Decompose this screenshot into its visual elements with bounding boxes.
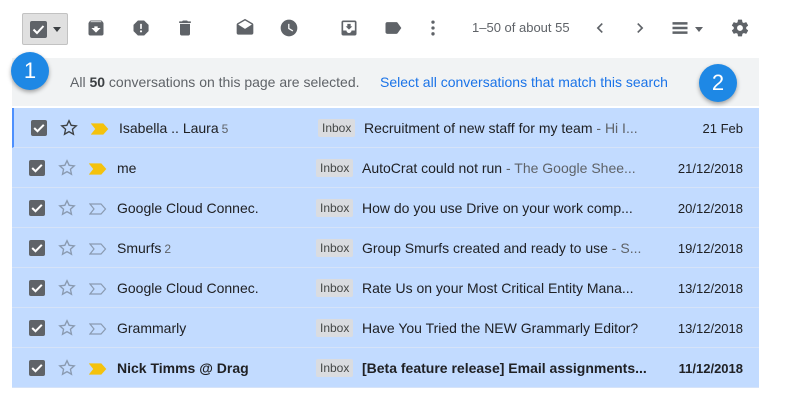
row-checkbox[interactable]: [29, 280, 45, 296]
selection-message: All 50 conversations on this page are se…: [70, 74, 360, 90]
sender-name: Google Cloud Connec.: [117, 280, 259, 296]
row-checkbox[interactable]: [29, 320, 45, 336]
message-date: 13/12/2018: [677, 281, 743, 296]
subject: Have You Tried the NEW Grammarly Editor?: [362, 320, 639, 336]
star-icon[interactable]: [57, 198, 77, 218]
message-date: 11/12/2018: [678, 361, 743, 376]
snippet: - The Google Shee...: [502, 160, 636, 176]
select-all-matching-link[interactable]: Select all conversations that match this…: [380, 74, 668, 90]
move-to-icon[interactable]: [337, 16, 361, 40]
chevron-left-icon[interactable]: [588, 16, 612, 40]
inbox-label[interactable]: Inbox: [316, 279, 354, 297]
message-row[interactable]: Isabella .. Laura 5 Inbox Recruitment of …: [12, 108, 759, 148]
scrollbar[interactable]: [759, 108, 787, 400]
importance-marker-icon[interactable]: [88, 322, 107, 335]
inbox-label[interactable]: Inbox: [316, 359, 354, 377]
inbox-label[interactable]: Inbox: [316, 159, 354, 177]
sender-name: me: [117, 160, 137, 176]
more-icon[interactable]: [421, 16, 445, 40]
snippet: - Hi I...: [592, 120, 638, 136]
message-date: 20/12/2018: [677, 201, 743, 216]
row-checkbox[interactable]: [29, 200, 45, 216]
star-icon[interactable]: [57, 278, 77, 298]
thread-count: 2: [164, 242, 172, 256]
sender-name: Isabella .. Laura 5: [119, 120, 229, 136]
star-icon[interactable]: [57, 358, 77, 378]
subject-line: Rate Us on your Most Critical Entity Man…: [362, 280, 647, 296]
inbox-label[interactable]: Inbox: [316, 319, 354, 337]
message-row[interactable]: Grammarly Inbox Have You Tried the NEW G…: [12, 308, 759, 348]
message-row[interactable]: Google Cloud Connec. Inbox How do you us…: [12, 188, 759, 228]
snooze-icon[interactable]: [277, 16, 301, 40]
report-spam-icon[interactable]: [129, 16, 153, 40]
message-date: 13/12/2018: [677, 321, 743, 336]
subject: Rate Us on your Most Critical Entity Man…: [362, 280, 634, 296]
importance-marker-icon[interactable]: [88, 242, 107, 255]
message-list: Isabella .. Laura 5 Inbox Recruitment of …: [12, 108, 759, 388]
sender-name: Grammarly: [117, 320, 187, 336]
subject: Recruitment of new staff for my team: [364, 120, 593, 136]
message-date: 21 Feb: [702, 121, 743, 136]
message-row[interactable]: Nick Timms @ Drag Inbox [Beta feature re…: [12, 348, 759, 388]
selection-banner: All 50 conversations on this page are se…: [12, 58, 759, 106]
label-icon[interactable]: [381, 16, 405, 40]
toolbar: 1–50 of about 55: [0, 0, 787, 56]
star-icon[interactable]: [59, 118, 79, 138]
archive-icon[interactable]: [84, 16, 108, 40]
inbox-label[interactable]: Inbox: [316, 239, 354, 257]
sender-name: Nick Timms @ Drag: [117, 360, 249, 376]
message-row[interactable]: Smurfs 2 Inbox Group Smurfs created and r…: [12, 228, 759, 268]
callout-badge-2: 2: [699, 64, 737, 102]
row-checkbox[interactable]: [31, 120, 47, 136]
sender-name: Google Cloud Connec.: [117, 200, 259, 216]
subject-line: [Beta feature release] Email assignments…: [362, 360, 647, 376]
thread-count: 5: [221, 122, 229, 136]
snippet: - S...: [607, 240, 642, 256]
subject: How do you use Drive on your work comp..…: [362, 200, 633, 216]
checked-checkbox-icon: [30, 21, 47, 38]
mark-read-icon[interactable]: [233, 16, 257, 40]
pagination-text: 1–50 of about 55: [472, 20, 570, 35]
message-row[interactable]: me Inbox AutoCrat could not run - The Go…: [12, 148, 759, 188]
inbox-label[interactable]: Inbox: [318, 119, 356, 137]
importance-marker-icon[interactable]: [90, 122, 109, 135]
star-icon[interactable]: [57, 158, 77, 178]
inbox-label[interactable]: Inbox: [316, 199, 354, 217]
message-date: 21/12/2018: [677, 161, 743, 176]
subject-line: Group Smurfs created and ready to use - …: [362, 240, 647, 256]
message-date: 19/12/2018: [677, 241, 743, 256]
density-icon[interactable]: [668, 16, 692, 40]
callout-badge-1: 1: [11, 52, 49, 90]
row-checkbox[interactable]: [29, 240, 45, 256]
delete-icon[interactable]: [173, 16, 197, 40]
subject-line: AutoCrat could not run - The Google Shee…: [362, 160, 647, 176]
subject: Group Smurfs created and ready to use: [362, 240, 608, 256]
message-row[interactable]: Google Cloud Connec. Inbox Rate Us on yo…: [12, 268, 759, 308]
importance-marker-icon[interactable]: [88, 362, 107, 375]
selected-count: 50: [89, 74, 106, 90]
subject-line: How do you use Drive on your work comp..…: [362, 200, 647, 216]
chevron-down-icon[interactable]: [695, 27, 703, 32]
star-icon[interactable]: [57, 318, 77, 338]
chevron-down-icon[interactable]: [53, 27, 61, 32]
gear-icon[interactable]: [728, 16, 752, 40]
subject-line: Recruitment of new staff for my team - H…: [364, 120, 649, 136]
select-all-checkbox[interactable]: [22, 13, 68, 45]
row-checkbox[interactable]: [29, 360, 45, 376]
sender-name: Smurfs 2: [117, 240, 172, 256]
importance-marker-icon[interactable]: [88, 202, 107, 215]
star-icon[interactable]: [57, 238, 77, 258]
row-checkbox[interactable]: [29, 160, 45, 176]
subject-line: Have You Tried the NEW Grammarly Editor?: [362, 320, 647, 336]
subject: AutoCrat could not run: [362, 160, 503, 176]
subject: [Beta feature release] Email assignments…: [362, 360, 647, 376]
importance-marker-icon[interactable]: [88, 282, 107, 295]
chevron-right-icon[interactable]: [628, 16, 652, 40]
importance-marker-icon[interactable]: [88, 162, 107, 175]
